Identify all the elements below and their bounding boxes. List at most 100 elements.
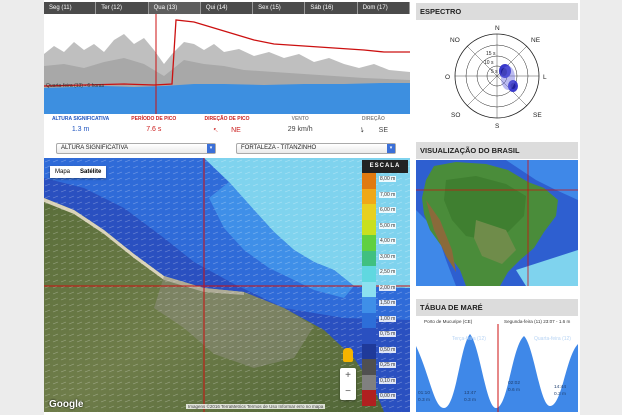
scale-label: 4,00 m <box>379 238 397 244</box>
param-label: VENTO <box>291 116 309 122</box>
direction-label: SE <box>533 112 542 119</box>
day-tab[interactable]: Sex (15) <box>253 2 306 14</box>
scale-label: 6,00 m <box>379 207 397 213</box>
cursor-label: Quarta-feira (13) - 6 horas <box>46 83 105 89</box>
left-margin <box>0 0 44 415</box>
direction-arrow-icon: ➝ <box>211 125 222 135</box>
brasil-title: VISUALIZAÇÃO DO BRASIL <box>416 142 578 159</box>
param-vento: VENTO 29 km/h <box>264 114 337 140</box>
tide-low-time: 14:44 <box>554 384 566 390</box>
page: Seg (11) Ter (12) Qua (13) Qui (14) Sex … <box>0 0 622 415</box>
param-label: DIREÇÃO DE PICO <box>204 116 250 122</box>
direction-label: N <box>495 25 500 32</box>
param-altura: ALTURA SIGNIFICATIVA 1.3 m <box>44 114 117 140</box>
scale-row: 0,00 m <box>362 390 408 406</box>
tide-low-height: 0.3 m <box>418 397 430 403</box>
scale-row: 5,00 m <box>362 219 408 235</box>
day-tab[interactable]: Sáb (16) <box>305 2 358 14</box>
tide-low-time: 02:02 <box>508 380 520 386</box>
scale-label: 0,50 m <box>379 346 397 353</box>
scale-legend: ESCALA 8,00 m 7,00 m 6,00 m 5,00 m 4,00 m 3,0… <box>362 160 408 412</box>
day-tab-active[interactable]: Qua (13) <box>148 2 201 14</box>
right-margin <box>580 0 622 415</box>
day-tab[interactable]: Qui (14) <box>200 2 254 14</box>
param-periodo: PERÍODO DE PICO 7.6 s <box>117 114 190 140</box>
scale-row: 1,50 m <box>362 297 408 313</box>
tide-title: TÁBUA DE MARÉ <box>416 299 578 316</box>
spectrum-plot: 15 s 10 s 5 s N NE L SE S SO O NO <box>416 21 578 133</box>
scale-row: 7,00 m <box>362 188 408 204</box>
scale-swatch <box>362 188 376 204</box>
google-logo: Google <box>49 399 84 410</box>
scale-label: 0,25 m <box>379 362 397 368</box>
scale-row: 1,00 m <box>362 312 408 328</box>
wind-arrow-icon: ➘ <box>357 125 366 135</box>
scale-label: 0,75 m <box>379 331 397 337</box>
zoom-in-button[interactable]: + <box>340 368 356 384</box>
direction-label: NE <box>531 37 541 44</box>
scale-swatch <box>362 374 376 390</box>
scale-swatch <box>362 250 376 266</box>
scale-row: 0,10 m <box>362 374 408 390</box>
zoom-control: + − <box>340 368 356 400</box>
scale-swatch <box>362 235 376 251</box>
param-value: 7.6 s <box>146 126 162 133</box>
param-label: DIREÇÃO <box>361 116 385 122</box>
direction-label: NO <box>450 37 460 44</box>
scale-label: 7,00 m <box>379 191 397 198</box>
parameter-select[interactable]: ALTURA SIGNIFICATIVA ▾ <box>56 143 216 154</box>
map-toggle-satellite[interactable]: Satélite <box>75 166 106 178</box>
scale-row: 2,50 m <box>362 266 408 282</box>
scale-label: 0,00 m <box>379 393 397 399</box>
scale-swatch <box>362 204 376 220</box>
scale-row: 6,00 m <box>362 204 408 220</box>
chevron-down-icon: ▾ <box>387 144 395 153</box>
direction-label: SO <box>451 112 460 119</box>
scale-row: 3,00 m <box>362 250 408 266</box>
street-view-pegman-icon[interactable] <box>343 348 353 362</box>
scale-label: 0,10 m <box>379 377 397 384</box>
scale-label: 1,00 m <box>379 315 397 322</box>
tide-low-time: 13:47 <box>464 390 476 396</box>
location-select[interactable]: FORTALEZA - TITANZINHO ▾ <box>236 143 396 154</box>
map-type-toggle: Mapa Satélite <box>50 166 107 178</box>
brazil-map[interactable] <box>416 160 578 286</box>
scale-swatch <box>362 312 376 328</box>
zoom-out-button[interactable]: − <box>340 384 356 400</box>
parameter-select-value: ALTURA SIGNIFICATIVA <box>61 145 129 151</box>
scale-swatch <box>362 390 376 406</box>
ring-label: 15 s <box>486 51 496 57</box>
forecast-chart[interactable]: Quarta-feira (13) - 6 horas <box>44 14 410 114</box>
scale-swatch <box>362 359 376 375</box>
scale-label: 2,50 m <box>379 269 397 275</box>
scale-label: 8,00 m <box>379 176 397 182</box>
map-attribution[interactable]: Imagens ©2016 TerraMetrics Termos de Uso… <box>186 404 326 409</box>
location-select-value: FORTALEZA - TITANZINHO <box>241 145 317 151</box>
param-value: SE <box>378 127 389 134</box>
scale-label: 1,50 m <box>379 300 397 306</box>
scale-row: 0,25 m <box>362 359 408 375</box>
param-label: ALTURA SIGNIFICATIVA <box>51 116 110 122</box>
day-tab[interactable]: Dom (17) <box>357 2 410 14</box>
tide-day-left: Terça-feira (12) <box>452 336 486 342</box>
scale-row: 0,75 m <box>362 328 408 344</box>
scale-swatch <box>362 266 376 282</box>
tide-day-right: Quarta-feira (12) <box>534 336 571 342</box>
scale-swatch <box>362 343 376 359</box>
param-value: 1.3 m <box>71 126 90 133</box>
map-toggle-map[interactable]: Mapa <box>50 166 75 178</box>
tide-current: Segunda-feira (11) 23:07 - 1.6 m <box>504 319 570 324</box>
day-tab[interactable]: Ter (12) <box>96 2 149 14</box>
tide-chart[interactable]: Porto de Mucuripe (CE) Segunda-feira (11… <box>416 316 578 412</box>
param-direcao-vento: DIREÇÃO ➘ SE <box>337 114 410 140</box>
scale-swatch <box>362 328 376 344</box>
tide-station: Porto de Mucuripe (CE) <box>424 319 473 324</box>
param-value: NE <box>231 127 241 134</box>
tide-low-height: 0.6 m <box>508 387 520 393</box>
tide-low-height: 0.3 m <box>464 397 476 403</box>
direction-label: L <box>543 74 547 81</box>
ring-label: 10 s <box>484 60 494 66</box>
chevron-down-icon: ▾ <box>207 144 215 153</box>
map-selectors: ALTURA SIGNIFICATIVA ▾ FORTALEZA - TITAN… <box>44 141 410 157</box>
day-tab[interactable]: Seg (11) <box>44 2 97 14</box>
